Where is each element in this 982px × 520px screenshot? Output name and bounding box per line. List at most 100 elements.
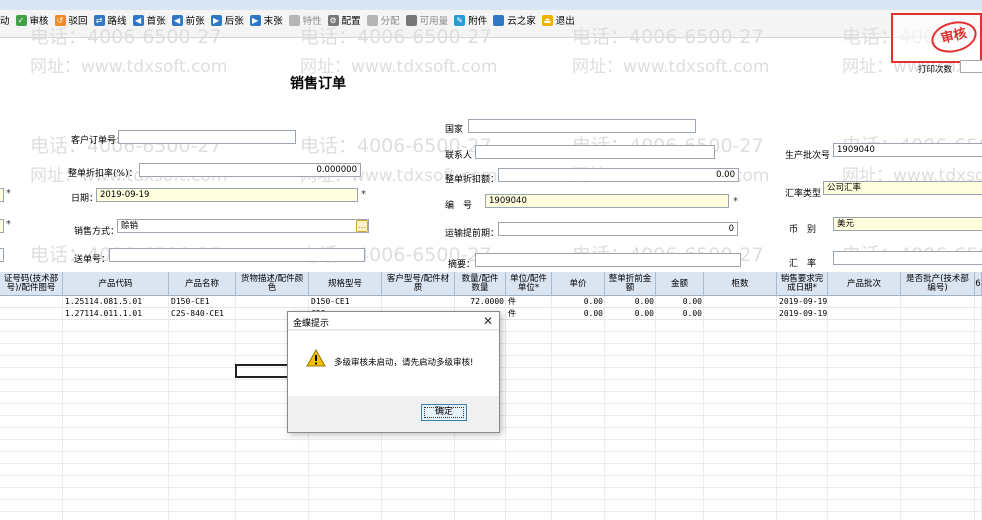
toolbar-last-record-button[interactable]: ▶ 末张 xyxy=(249,13,283,27)
table-cell[interactable] xyxy=(0,296,63,308)
toolbar-previous-record-button[interactable]: ◀ 前张 xyxy=(171,13,205,27)
table-cell[interactable]: 0.00 xyxy=(656,308,704,320)
column-header[interactable]: 货物描述/配件颜 色 xyxy=(236,272,309,296)
toolbar-assign-button: 分配 xyxy=(366,13,400,27)
toolbar-route-button[interactable]: ⇄ 路线 xyxy=(93,13,127,27)
table-cell[interactable]: 0.00 xyxy=(605,308,656,320)
table-cell[interactable]: 0.00 xyxy=(552,296,605,308)
column-header[interactable]: 产品代码 xyxy=(63,272,169,296)
grid-row-line xyxy=(0,511,982,512)
table-cell[interactable]: 0.00 xyxy=(552,308,605,320)
table-cell[interactable] xyxy=(704,296,777,308)
column-header[interactable]: 金额 xyxy=(656,272,704,296)
toolbar-approve-check-button[interactable]: ✓ 审核 xyxy=(15,13,49,27)
shipping-no-field[interactable] xyxy=(109,248,365,262)
table-cell[interactable] xyxy=(975,296,982,308)
rate-type-label: 汇率类型 xyxy=(785,189,822,199)
toolbar-next-record-button[interactable]: ▶ 后张 xyxy=(210,13,244,27)
table-cell[interactable] xyxy=(0,308,63,320)
column-header[interactable]: 整单折前金 额 xyxy=(605,272,656,296)
currency-label: 币 别 xyxy=(789,225,817,235)
selected-cell[interactable] xyxy=(235,364,290,378)
table-cell[interactable] xyxy=(901,308,975,320)
toolbar-partial-button[interactable]: 动 xyxy=(0,13,10,27)
column-header[interactable]: 单位/配件 单位* xyxy=(506,272,552,296)
page-title: 销售订单 xyxy=(290,76,346,92)
toolbar-config-button[interactable]: ⚙ 配置 xyxy=(327,13,361,27)
rate-type-field[interactable]: 公司汇率 xyxy=(823,181,982,195)
country-field[interactable] xyxy=(468,119,696,133)
discount-amount-field[interactable]: 0.00 xyxy=(498,168,739,182)
table-cell[interactable]: D150-CE1 xyxy=(169,296,236,308)
toolbar-first-record-button[interactable]: ◀ 首张 xyxy=(132,13,166,27)
column-header[interactable]: 柜数 xyxy=(704,272,777,296)
currency-field[interactable]: 美元 xyxy=(833,217,982,231)
ok-button[interactable]: 确定 xyxy=(421,404,467,421)
close-icon[interactable]: ✕ xyxy=(483,314,493,328)
table-cell[interactable]: 1.25114.081.5.01 xyxy=(63,296,169,308)
table-cell[interactable] xyxy=(382,296,455,308)
table-cell[interactable]: 1.27114.011.1.01 xyxy=(63,308,169,320)
grid-row-line xyxy=(0,487,982,488)
table-cell[interactable] xyxy=(704,308,777,320)
date-field[interactable]: 2019-09-19 xyxy=(96,188,358,202)
table-cell[interactable]: 2019-09-19 xyxy=(777,308,828,320)
column-header[interactable]: 数量/配件 数量 xyxy=(455,272,506,296)
number-label: 编 号 xyxy=(445,201,473,211)
table-cell[interactable]: 件 xyxy=(506,308,552,320)
contact-field[interactable] xyxy=(475,145,715,159)
toolbar-available-qty-button: 可用量 xyxy=(405,13,448,27)
table-cell[interactable]: 件 xyxy=(506,296,552,308)
discount-rate-field[interactable]: 0.000000 xyxy=(139,163,361,177)
column-header[interactable]: 证号码(技术部 号)/配件图号 xyxy=(0,272,63,296)
sales-method-field[interactable]: 赊销 xyxy=(117,219,369,233)
column-header[interactable]: 客户型号/配件材 质 xyxy=(382,272,455,296)
toolbar-exit-button[interactable]: ⏏ 退出 xyxy=(541,13,575,27)
table-cell[interactable]: 72.0000 xyxy=(455,296,506,308)
advance-days-field[interactable]: 0 xyxy=(498,222,738,236)
sales-method-lookup-icon[interactable]: … xyxy=(356,220,368,232)
table-cell[interactable] xyxy=(828,296,901,308)
column-header[interactable]: 单价 xyxy=(552,272,605,296)
left-cut-field[interactable] xyxy=(0,219,4,233)
table-cell[interactable] xyxy=(236,296,309,308)
dialog-title: 金蝶提示 xyxy=(293,319,330,329)
table-row[interactable]: 1.25114.081.5.01 D150-CE1 D150-CE1 72.0000 件… xyxy=(0,296,982,308)
table-cell[interactable]: 0.00 xyxy=(656,296,704,308)
table-cell[interactable]: C2S-840-CE1 xyxy=(169,308,236,320)
toolbar-label: 分配 xyxy=(380,16,400,27)
left-cut-field[interactable] xyxy=(0,248,4,262)
column-header[interactable]: 销售要求完 成日期* xyxy=(777,272,828,296)
route-icon: ⇄ xyxy=(93,14,105,26)
toolbar-properties-button: 特性 xyxy=(288,13,322,27)
column-header[interactable]: 产品名称 xyxy=(169,272,236,296)
toolbar-attachment-button[interactable]: ✎ 附件 xyxy=(454,13,487,27)
toolbar-label: 驳回 xyxy=(68,16,88,27)
column-header[interactable]: 规格型号 xyxy=(309,272,382,296)
table-cell[interactable] xyxy=(975,308,982,320)
column-header[interactable]: 产品批次 xyxy=(828,272,901,296)
exchange-rate-field[interactable] xyxy=(833,251,982,265)
table-cell[interactable] xyxy=(901,296,975,308)
left-cut-field[interactable] xyxy=(0,188,4,202)
country-label: 国家 xyxy=(445,125,464,135)
table-cell[interactable]: 2019-09-19 xyxy=(777,296,828,308)
customer-order-no-field[interactable] xyxy=(118,130,296,144)
column-header[interactable]: 是否批产(技术部 编号) xyxy=(901,272,975,296)
batch-no-field[interactable]: 1909040 xyxy=(833,143,982,157)
number-field[interactable]: 1909040 xyxy=(485,194,729,208)
column-header[interactable]: 6 xyxy=(975,272,982,296)
table-cell[interactable]: 0.00 xyxy=(605,296,656,308)
summary-field[interactable] xyxy=(475,253,741,267)
config-icon: ⚙ xyxy=(327,14,339,26)
dialog-message: 多级审核未启动，请先启动多级审核! xyxy=(334,358,474,368)
toolbar-reject-button[interactable]: ↺ 驳回 xyxy=(54,13,88,27)
warning-icon xyxy=(306,349,326,367)
table-cell[interactable]: D150-CE1 xyxy=(309,296,382,308)
shipping-no-label: 送单号： xyxy=(74,255,111,265)
approve-check-icon: ✓ xyxy=(15,14,27,26)
grid-row-line xyxy=(0,499,982,500)
grid-row-line xyxy=(0,463,982,464)
toolbar-cloud-home-button[interactable]: 云之家 xyxy=(493,13,536,27)
table-cell[interactable] xyxy=(828,308,901,320)
